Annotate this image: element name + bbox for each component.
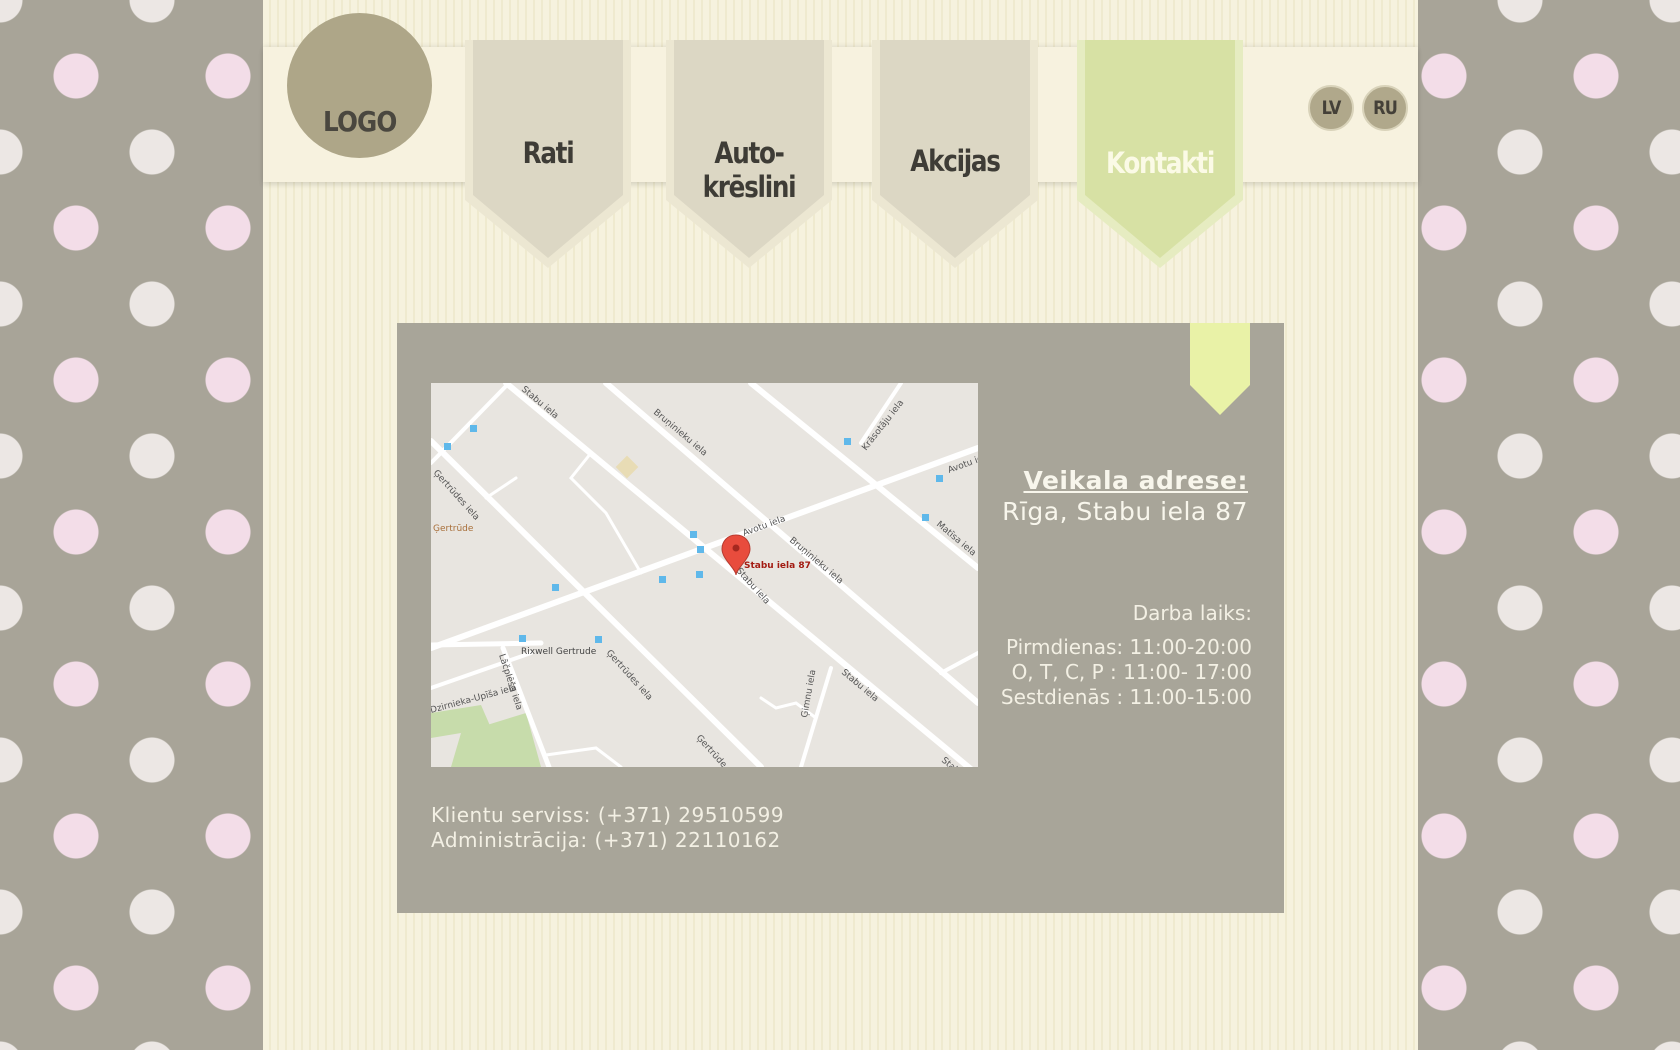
svg-text:Ģertrūde: Ģertrūde — [433, 524, 474, 534]
ribbon-bookmark — [1190, 323, 1250, 415]
address-title: Veikala adrese: — [1023, 466, 1248, 495]
nav-tab-akcijas[interactable]: Akcijas — [870, 40, 1040, 270]
nav-tab-label: Rati — [522, 136, 575, 170]
language-lv-button[interactable]: LV — [1308, 85, 1354, 131]
address-text: Rīga, Stabu iela 87 — [1002, 497, 1248, 526]
language-ru-button[interactable]: RU — [1362, 85, 1408, 131]
phone-contacts: Klientu serviss: (+371) 29510599 Adminis… — [431, 803, 784, 853]
nav-tab-label: Auto-krēslini — [702, 136, 797, 204]
address-block: Veikala adrese: Rīga, Stabu iela 87 — [1002, 466, 1248, 526]
hours-line: Pirmdienas: 11:00-20:00 — [1005, 635, 1252, 659]
nav-tab-kontakti[interactable]: Kontakti — [1075, 40, 1245, 270]
nav-tab-auto-kreslini[interactable]: Auto-krēslini — [664, 40, 834, 270]
svg-text:Stabu iela 87: Stabu iela 87 — [744, 561, 811, 571]
logo-text: LOGO — [322, 105, 397, 138]
hours-title: Darba laiks: — [1132, 601, 1252, 625]
administration-phone: Administrācija: (+371) 22110162 — [431, 828, 781, 852]
location-map[interactable]: Stabu iela Bruņinieku iela Krāsotāju iel… — [431, 383, 978, 767]
customer-service-phone: Klientu serviss: (+371) 29510599 — [431, 803, 785, 827]
opening-hours: Darba laiks: Pirmdienas: 11:00-20:00 O, … — [1001, 601, 1252, 710]
nav-tab-label: Kontakti — [1105, 146, 1215, 180]
contact-panel: Stabu iela Bruņinieku iela Krāsotāju iel… — [397, 323, 1284, 913]
hours-line: Sestdienās : 11:00-15:00 — [1000, 685, 1252, 709]
logo[interactable]: LOGO — [287, 13, 432, 158]
svg-text:Rixwell Gertrude: Rixwell Gertrude — [521, 647, 597, 657]
map-graphic: Stabu iela Bruņinieku iela Krāsotāju iel… — [431, 383, 978, 767]
hours-line: O, T, C, P : 11:00- 17:00 — [1011, 660, 1252, 684]
nav-tab-label: Akcijas — [910, 144, 1001, 178]
nav-tab-rati[interactable]: Rati — [463, 40, 633, 270]
